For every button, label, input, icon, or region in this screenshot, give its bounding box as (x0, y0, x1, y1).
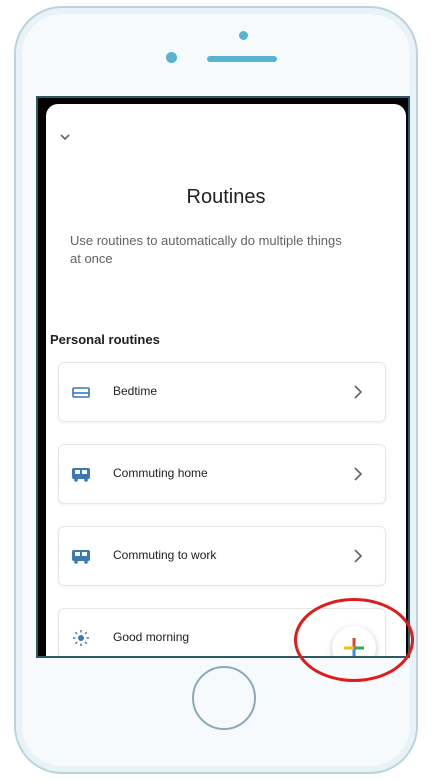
speaker-grille (207, 56, 277, 62)
routine-label: Good morning (113, 630, 190, 644)
page-subtitle: Use routines to automatically do multipl… (70, 233, 342, 266)
home-button[interactable] (192, 666, 256, 730)
routine-label: Bedtime (113, 384, 158, 398)
camera-dot (239, 31, 248, 40)
chevron-right-icon (354, 385, 363, 399)
routine-label: Commuting to work (113, 548, 217, 562)
bus-icon (72, 468, 90, 482)
routine-item-bedtime[interactable]: Bedtime (58, 362, 386, 422)
bus-icon (72, 550, 90, 564)
routine-item-commuting-home[interactable]: Commuting home (58, 444, 386, 504)
routine-item-commuting-to-work[interactable]: Commuting to work (58, 526, 386, 586)
front-camera (166, 52, 177, 63)
page-title: Routines (186, 186, 266, 208)
bed-icon (72, 387, 90, 398)
routine-label: Commuting home (113, 466, 208, 480)
chevron-right-icon (354, 467, 363, 481)
red-highlight-circle (294, 598, 414, 682)
chevron-down-icon[interactable] (60, 132, 70, 142)
routines-sheet: Routines Use routines to automatically d… (46, 104, 406, 656)
sun-icon (73, 630, 89, 646)
phone-screen: Routines Use routines to automatically d… (36, 96, 410, 658)
section-heading: Personal routines (50, 332, 160, 347)
chevron-right-icon (354, 549, 363, 563)
